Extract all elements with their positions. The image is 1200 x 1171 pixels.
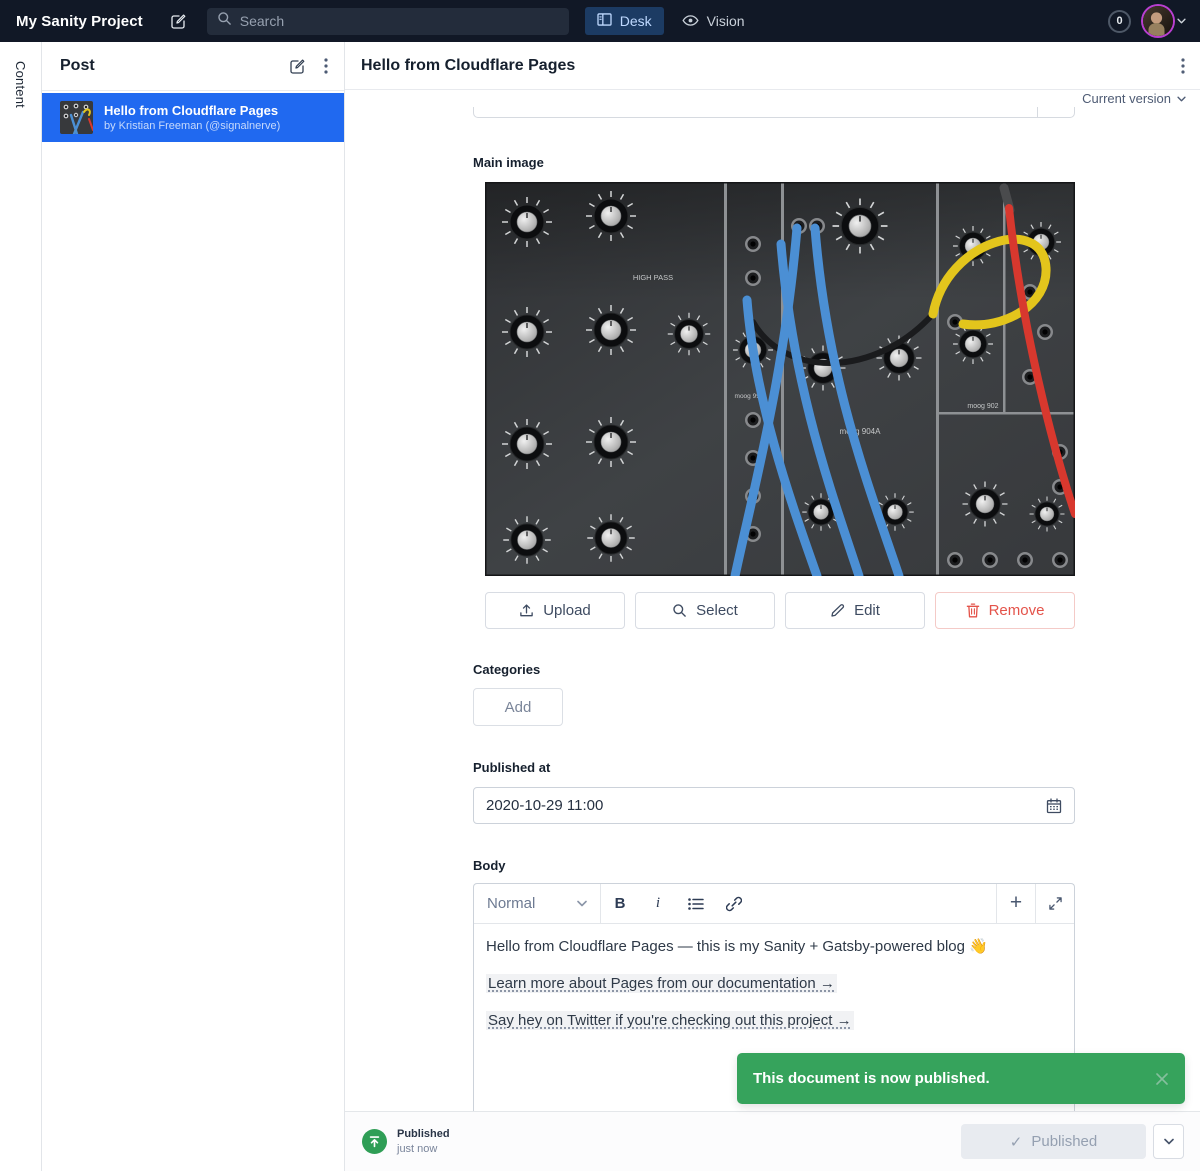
tab-vision-label: Vision (707, 13, 745, 29)
document-header: Hello from Cloudflare Pages (345, 42, 1200, 90)
publish-status-time: just now (397, 1142, 450, 1156)
remove-label: Remove (989, 602, 1045, 619)
content-rail: Content (0, 42, 42, 1171)
italic-button[interactable]: i (639, 884, 677, 923)
version-selector[interactable]: Current version (345, 90, 1200, 107)
edit-button[interactable]: Edit (785, 592, 925, 629)
tab-vision[interactable]: Vision (682, 13, 745, 29)
publish-status-title: Published (397, 1127, 450, 1141)
edit-label: Edit (854, 602, 880, 619)
body-link-twitter[interactable]: Say hey on Twitter if you're checking ou… (486, 1011, 854, 1030)
post-item-title: Hello from Cloudflare Pages (104, 102, 280, 120)
toast-message: This document is now published. (753, 1070, 990, 1087)
project-title: My Sanity Project (16, 13, 143, 30)
calendar-icon[interactable] (1046, 798, 1062, 814)
avatar[interactable] (1143, 6, 1173, 36)
photo-label-moog904a: moog 904A (840, 427, 882, 436)
document-footer: Published just now ✓ Published (345, 1111, 1200, 1171)
insert-block-button[interactable]: + (996, 884, 1035, 923)
desk-icon (597, 13, 612, 29)
text-style-select[interactable]: Normal (474, 884, 601, 923)
search-icon (217, 11, 232, 31)
add-category-button[interactable]: Add (473, 688, 563, 726)
upload-label: Upload (543, 602, 591, 619)
publish-menu-button[interactable] (1153, 1124, 1184, 1159)
user-menu[interactable] (1143, 6, 1186, 36)
check-icon: ✓ (1010, 1133, 1023, 1151)
pane-menu-button[interactable] (324, 58, 328, 74)
sanity-studio: My Sanity Project Desk Vision 0 (0, 0, 1200, 1171)
search-input[interactable] (207, 8, 569, 35)
categories-label: Categories (473, 662, 540, 677)
bold-button[interactable]: B (601, 884, 639, 923)
pane-title: Post (60, 57, 271, 75)
body-paragraph: Hello from Cloudflare Pages — this is my… (486, 938, 1062, 957)
expand-editor-button[interactable] (1035, 884, 1074, 923)
main-image-preview[interactable]: HIGH PASS moog 995 moog 904A moog 902 (485, 182, 1075, 576)
document-title: Hello from Cloudflare Pages (361, 57, 1181, 75)
published-status-icon (362, 1129, 387, 1154)
main-image-label: Main image (473, 155, 544, 170)
search-field[interactable] (240, 13, 559, 29)
tab-desk[interactable]: Desk (585, 7, 664, 35)
link-button[interactable] (715, 884, 753, 923)
body-content[interactable]: Hello from Cloudflare Pages — this is my… (474, 924, 1074, 1062)
published-at-input[interactable] (486, 797, 1038, 814)
post-meta: Hello from Cloudflare Pages by Kristian … (104, 102, 280, 134)
close-icon[interactable] (1156, 1073, 1168, 1085)
document-editor-pane: Hello from Cloudflare Pages Current vers… (345, 42, 1200, 1171)
body-link-docs[interactable]: Learn more about Pages from our document… (486, 974, 837, 993)
body-toolbar: Normal B i + (474, 884, 1074, 924)
select-button[interactable]: Select (635, 592, 775, 629)
post-thumbnail (60, 101, 93, 134)
published-at-label: Published at (473, 760, 550, 775)
content-rail-label[interactable]: Content (13, 61, 28, 108)
select-label: Select (696, 602, 738, 619)
navbar-right: 0 (1108, 6, 1186, 36)
publish-button-label: Published (1031, 1133, 1097, 1150)
chevron-down-icon (1177, 18, 1186, 24)
publish-button[interactable]: ✓ Published (961, 1124, 1146, 1159)
document-form-scroll: Current version Main image (345, 90, 1200, 1111)
list-item-post[interactable]: Hello from Cloudflare Pages by Kristian … (42, 93, 344, 142)
new-document-button[interactable] (170, 13, 187, 30)
image-actions: Upload Select Edit Remove (485, 592, 1075, 629)
photo-label-highpass: HIGH PASS (633, 273, 673, 282)
create-post-button[interactable] (289, 58, 306, 75)
photo-label-moog902: moog 902 (967, 403, 998, 410)
toolbar-spacer (753, 884, 996, 923)
navbar: My Sanity Project Desk Vision 0 (0, 0, 1200, 42)
tab-desk-label: Desk (620, 13, 652, 29)
bullet-list-button[interactable] (677, 884, 715, 923)
notifications-badge[interactable]: 0 (1108, 10, 1131, 33)
remove-button[interactable]: Remove (935, 592, 1075, 629)
publish-status: Published just now (397, 1127, 450, 1156)
document-menu-button[interactable] (1181, 58, 1185, 74)
post-item-subtitle: by Kristian Freeman (@signalnerve) (104, 119, 280, 133)
text-style-value: Normal (487, 895, 535, 912)
post-list-pane: Post Hello from Cloudflare Pages by Kris… (42, 42, 345, 1171)
body-label: Body (473, 858, 506, 873)
published-at-field[interactable] (473, 787, 1075, 824)
version-label: Current version (1082, 91, 1171, 106)
post-list-header: Post (42, 42, 344, 91)
eye-icon (682, 13, 699, 29)
publish-toast: This document is now published. (737, 1053, 1185, 1104)
upload-button[interactable]: Upload (485, 592, 625, 629)
